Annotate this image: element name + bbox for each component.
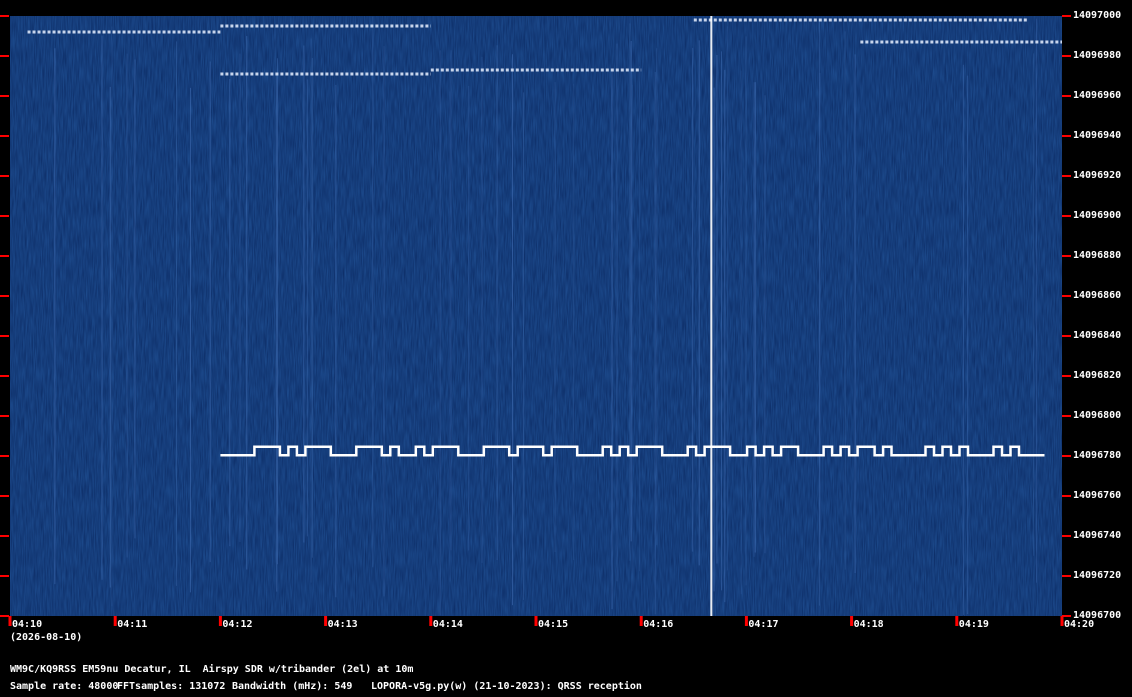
y-tick-label: 14096880 [1073, 250, 1122, 261]
station-info: WM9C/KQ9RSS EM59nu Decatur, IL Airspy SD… [10, 664, 414, 675]
fft-samples: FFTsamples: 131072 [117, 681, 226, 692]
y-tick-label: 14096800 [1073, 410, 1122, 421]
y-tick-label: 14097000 [1073, 10, 1122, 21]
y-tick-label: 14096920 [1073, 170, 1122, 181]
y-tick-label: 14096960 [1073, 90, 1122, 101]
waterfall-chart [0, 15, 1071, 626]
bandwidth: Bandwidth (mHz): 549 [232, 681, 353, 692]
x-tick-label: 04:13 [327, 619, 358, 630]
x-tick-label: 04:15 [538, 619, 569, 630]
x-tick-label: 04:12 [222, 619, 253, 630]
x-tick-label: 04:11 [117, 619, 148, 630]
x-tick-label: 04:19 [958, 619, 989, 630]
x-tick-label: 04:10 [12, 619, 43, 630]
y-tick-label: 14096860 [1073, 290, 1122, 301]
software-info: LOPORA-v5g.py(w) (21-10-2023): QRSS rece… [371, 681, 642, 692]
y-tick-label: 14096760 [1073, 490, 1122, 501]
sample-rate: Sample rate: 48000 [10, 681, 119, 692]
date-label: (2026-08-10) [10, 632, 83, 643]
y-tick-label: 14096900 [1073, 210, 1122, 221]
y-tick-label: 14096980 [1073, 50, 1122, 61]
x-tick-label: 04:18 [853, 619, 884, 630]
y-tick-label: 14096780 [1073, 450, 1122, 461]
waterfall-noise [10, 16, 1062, 616]
y-tick-label: 14096720 [1073, 570, 1122, 581]
x-tick-label: 04:16 [643, 619, 674, 630]
x-tick-label: 04:20 [1064, 619, 1095, 630]
x-tick-label: 04:17 [748, 619, 779, 630]
y-tick-label: 14096840 [1073, 330, 1122, 341]
y-tick-label: 14096820 [1073, 370, 1122, 381]
x-tick-label: 04:14 [432, 619, 463, 630]
y-tick-label: 14096940 [1073, 130, 1122, 141]
y-tick-label: 14096740 [1073, 530, 1122, 541]
